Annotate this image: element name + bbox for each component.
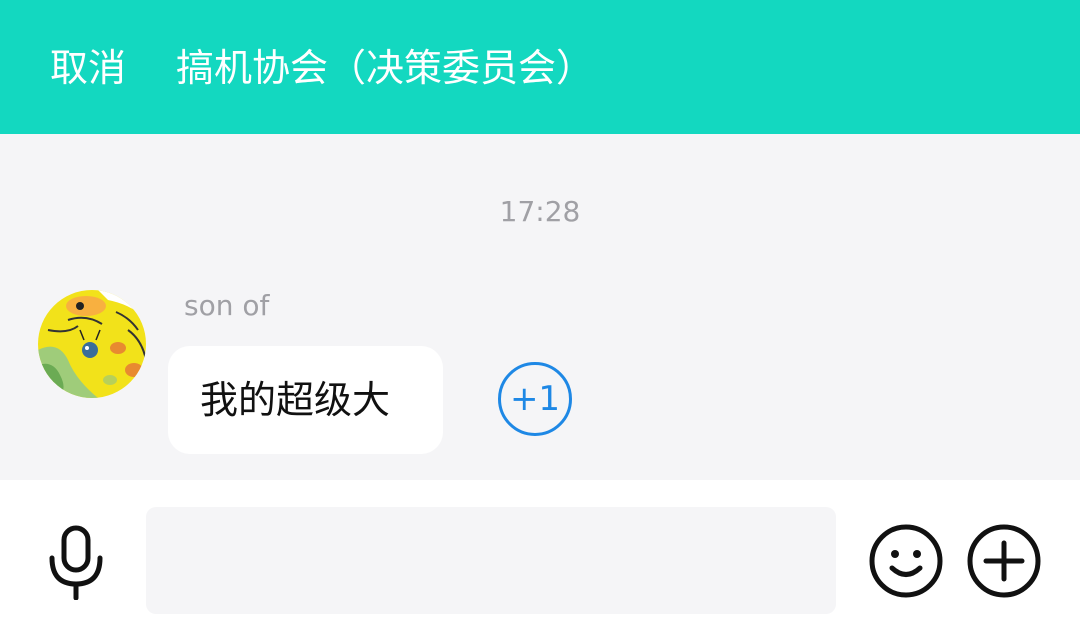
message-timestamp: 17:28: [499, 195, 581, 228]
avatar-image: [38, 290, 146, 398]
sender-name: son of: [184, 289, 270, 322]
plus-one-button[interactable]: +1: [498, 362, 572, 436]
message-input[interactable]: [146, 507, 836, 614]
message-bubble[interactable]: 我的超级大: [168, 346, 443, 454]
chat-title: 搞机协会（决策委员会）: [176, 46, 595, 90]
top-bar: 取消 搞机协会（决策委员会）: [0, 0, 1080, 134]
cancel-button[interactable]: 取消: [50, 42, 126, 94]
plus-icon[interactable]: [966, 523, 1042, 599]
avatar[interactable]: [38, 290, 146, 398]
chat-screen: 取消 搞机协会（决策委员会） 17:28 son of 我的超级大 +1: [0, 0, 1080, 642]
input-bar: [0, 480, 1080, 642]
message-text: 我的超级大: [200, 378, 391, 422]
emoji-icon[interactable]: [868, 523, 944, 599]
microphone-icon[interactable]: [40, 524, 112, 601]
